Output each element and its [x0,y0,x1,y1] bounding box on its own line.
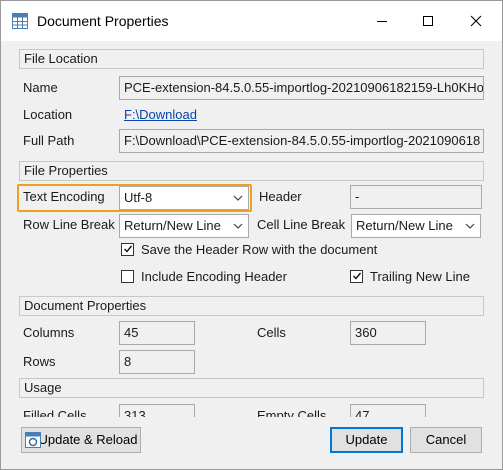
header-field[interactable]: - [350,185,482,209]
save-header-row-label[interactable]: Save the Header Row with the document [141,242,377,257]
row-line-break-select[interactable]: Return/New Line [119,214,249,238]
window-title: Document Properties [37,13,169,29]
rows-label: Rows [23,354,56,369]
name-field[interactable]: PCE-extension-84.5.0.55-importlog-202109… [119,76,484,100]
cell-line-break-select[interactable]: Return/New Line [351,214,481,238]
checkmark-icon [124,245,133,253]
cell-line-break-label: Cell Line Break [257,217,346,232]
row-line-break-value: Return/New Line [124,218,221,233]
cell-line-break-value: Return/New Line [356,218,453,233]
section-file-properties: File Properties [19,161,484,181]
section-document-properties: Document Properties [19,296,484,316]
text-encoding-label: Text Encoding [23,189,105,204]
cancel-button[interactable]: Cancel [410,427,482,453]
title-bar[interactable]: Document Properties [1,1,502,41]
maximize-icon [423,16,433,26]
header-label: Header [259,189,302,204]
close-button[interactable] [453,1,499,41]
trailing-new-line-checkbox[interactable] [350,270,363,283]
include-encoding-header-checkbox[interactable] [121,270,134,283]
trailing-new-line-label[interactable]: Trailing New Line [370,269,470,284]
rows-field[interactable]: 8 [119,350,195,374]
document-properties-window: Document Properties File Location Name P… [0,0,503,470]
location-label: Location [23,107,73,122]
checkmark-icon [353,272,362,280]
text-encoding-select[interactable]: Utf-8 [119,186,249,210]
chevron-down-icon [233,195,243,201]
filled-cells-label: Filled Cells [23,408,87,417]
minimize-button[interactable] [359,1,405,41]
update-reload-label: Update & Reload [38,432,138,447]
cells-field[interactable]: 360 [350,321,426,345]
app-grid-icon [12,13,28,29]
row-line-break-label: Row Line Break [23,217,115,232]
chevron-down-icon [465,223,475,229]
dialog-content: File Location Name PCE-extension-84.5.0.… [1,41,502,469]
minimize-icon [377,21,387,22]
text-encoding-value: Utf-8 [124,190,153,205]
columns-field[interactable]: 45 [119,321,195,345]
cells-label: Cells [257,325,286,340]
chevron-down-icon [233,223,243,229]
update-button[interactable]: Update [330,427,403,453]
update-reload-icon [25,432,41,448]
save-header-row-checkbox[interactable] [121,243,134,256]
button-bar: Update & Reload Update Cancel [1,417,502,469]
section-file-location: File Location [19,49,484,69]
location-link[interactable]: F:\Download [124,107,197,122]
update-reload-button[interactable]: Update & Reload [21,427,141,453]
full-path-label: Full Path [23,133,75,148]
include-encoding-header-label[interactable]: Include Encoding Header [141,269,287,284]
close-icon [470,15,482,27]
full-path-field[interactable]: F:\Download\PCE-extension-84.5.0.55-impo… [119,129,484,153]
empty-cells-label: Empty Cells [257,408,327,417]
empty-cells-field[interactable]: 47 [350,404,426,417]
columns-label: Columns [23,325,75,340]
name-label: Name [23,80,58,95]
maximize-button[interactable] [405,1,451,41]
section-usage: Usage [19,378,484,398]
filled-cells-field[interactable]: 313 [119,404,195,417]
properties-scroll-area[interactable]: File Location Name PCE-extension-84.5.0.… [1,41,502,417]
